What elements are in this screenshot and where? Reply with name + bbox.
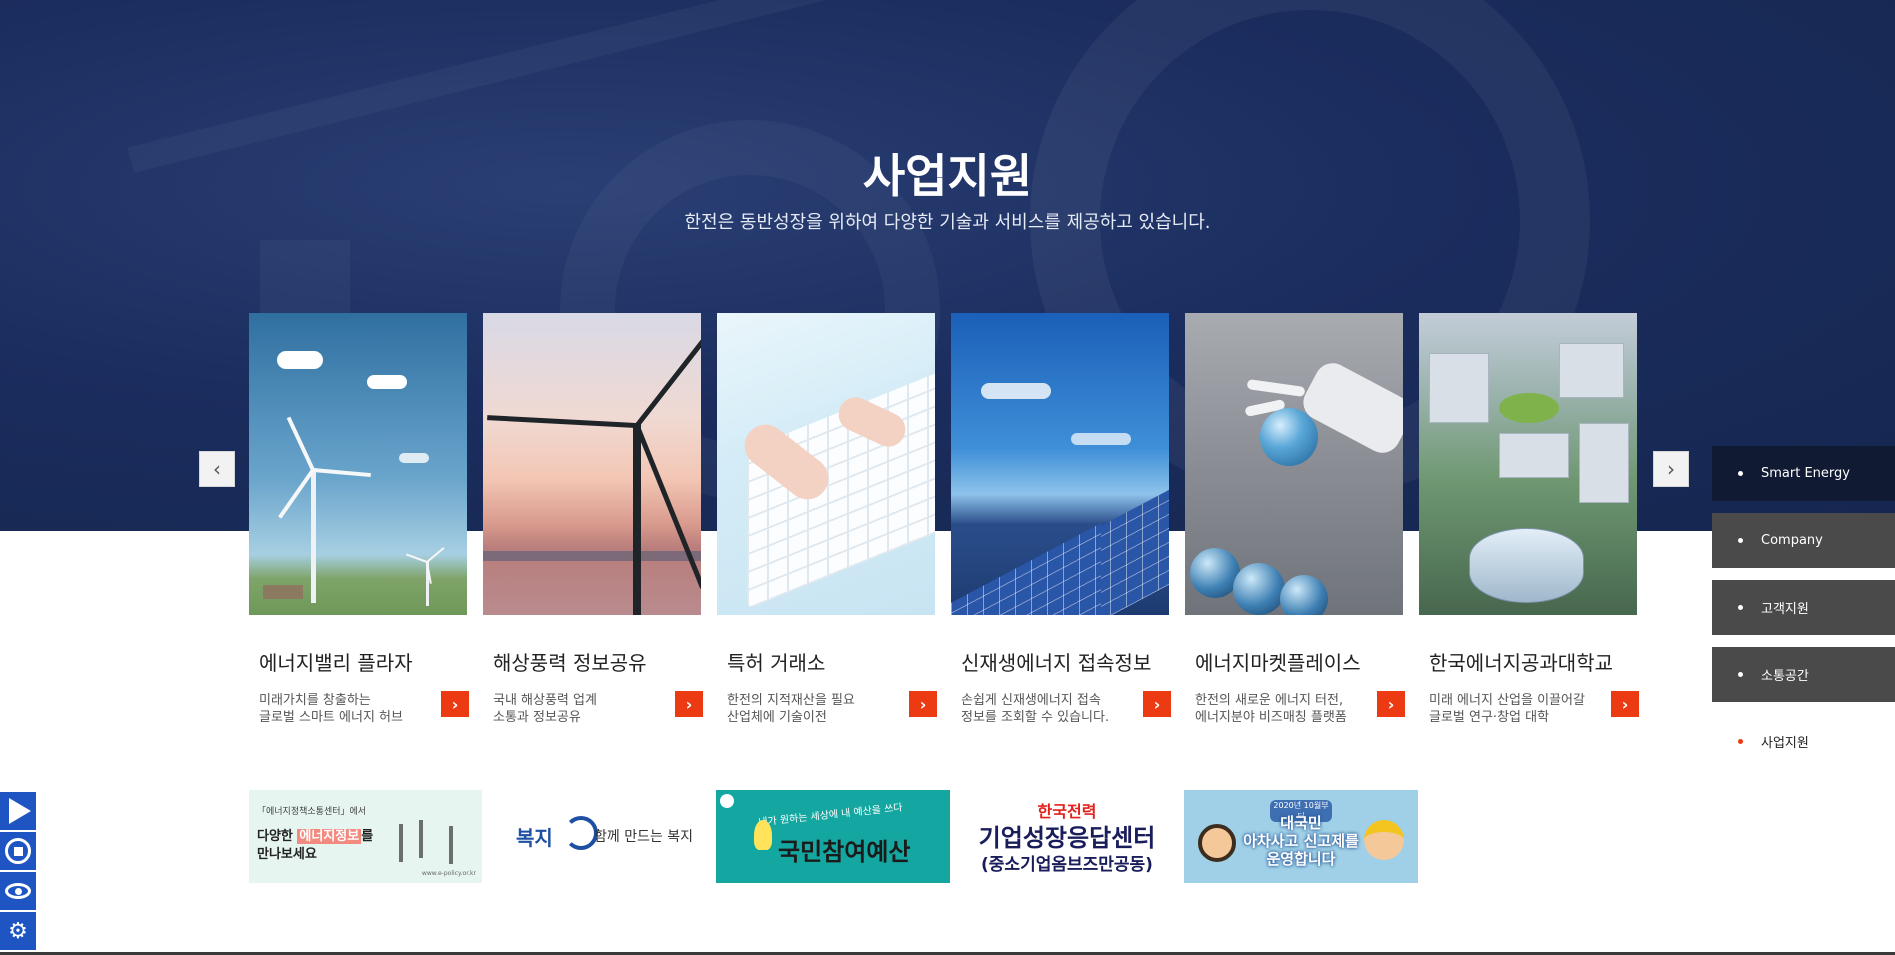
sidenav-item-communication[interactable]: 소통공간 [1712,647,1895,702]
slider-next-button[interactable]: › [1653,451,1689,487]
card-go-button[interactable]: › [441,691,469,717]
chevron-right-icon: › [1387,694,1395,714]
settings-icon: ⚙ [8,918,28,944]
side-navigation: Smart Energy Company 고객지원 소통공간 사업지원 [1712,446,1895,781]
banner-welfare[interactable]: 복지 함께 만드는 복지 [482,790,716,883]
card-image-campus-aerial [1419,313,1637,615]
card-title: 해상풍력 정보공유 [493,651,647,675]
chevron-right-icon: › [919,694,927,714]
bullet-icon [1738,471,1743,476]
card-energy-valley-plaza[interactable]: 에너지밸리 플라자 미래가치를 창출하는 글로벌 스마트 에너지 허브 › [249,313,469,726]
play-icon [9,798,31,824]
stop-icon [5,838,31,864]
card-desc: 미래 에너지 산업을 이끌어갈 글로벌 연구·창업 대학 [1429,693,1585,725]
lightbulb-icon [754,820,772,850]
chevron-right-icon: › [451,694,459,714]
reader-toolbar: ⚙ [0,792,36,952]
card-title: 신재생에너지 접속정보 [961,651,1152,675]
card-title: 한국에너지공과대학교 [1429,651,1613,675]
stop-button[interactable] [0,832,36,870]
card-energy-marketplace[interactable]: 에너지마켓플레이스 한전의 새로운 에너지 터전, 에너지분야 비즈매칭 플랫폼 … [1185,313,1405,726]
view-icon [5,883,31,899]
card-offshore-wind[interactable]: 해상풍력 정보공유 국내 해상풍력 업계 소통과 정보공유 › [483,313,703,726]
card-desc: 한전의 새로운 에너지 터전, 에너지분야 비즈매칭 플랫폼 [1195,693,1347,725]
chevron-left-icon: ‹ [213,457,221,481]
card-desc: 국내 해상풍력 업계 소통과 정보공유 [493,693,597,725]
card-desc: 미래가치를 창출하는 글로벌 스마트 에너지 허브 [259,693,403,725]
child-character-icon [1198,824,1236,862]
sidenav-item-smart-energy[interactable]: Smart Energy [1712,446,1895,501]
chevron-right-icon: › [1153,694,1161,714]
slider-prev-button[interactable]: ‹ [199,451,235,487]
bullet-icon [1738,739,1743,744]
card-desc: 한전의 지적재산을 필요 산업체에 기술이전 [727,693,855,725]
chevron-right-icon: › [1621,694,1629,714]
card-image-wind-turbines [249,313,467,615]
card-image-keyboard-hands [717,313,935,615]
sidenav-item-customer-support[interactable]: 고객지원 [1712,580,1895,635]
card-title: 에너지밸리 플라자 [259,651,413,675]
card-title: 특허 거래소 [727,651,826,675]
bullet-icon [1738,672,1743,677]
banner-business-growth-center[interactable]: 한국전력 기업성장응답센터 (중소기업옴브즈만공동) [950,790,1184,883]
banner-citizen-budget[interactable]: 내가 원하는 세상에 내 예산을 쓰다 국민참여예산 [716,790,950,883]
card-kentech[interactable]: 한국에너지공과대학교 미래 에너지 산업을 이끌어갈 글로벌 연구·창업 대학 › [1419,313,1639,726]
play-button[interactable] [0,792,36,830]
settings-button[interactable]: ⚙ [0,912,36,950]
card-patent-exchange[interactable]: 특허 거래소 한전의 지적재산을 필요 산업체에 기술이전 › [717,313,937,726]
government-seal-icon [720,794,734,808]
bullet-icon [1738,605,1743,610]
card-image-robot-hand-globe [1185,313,1403,615]
card-image-offshore-turbine [483,313,701,615]
section-subtitle: 한전은 동반성장을 위하여 다양한 기술과 서비스를 제공하고 있습니다. [684,212,1211,233]
card-desc: 손쉽게 신재생에너지 접속 정보를 조회할 수 있습니다. [961,693,1110,725]
card-go-button[interactable]: › [675,691,703,717]
bullet-icon [1738,538,1743,543]
card-go-button[interactable]: › [1611,691,1639,717]
sidenav-item-business-support[interactable]: 사업지원 [1712,714,1895,769]
chevron-right-icon: › [685,694,693,714]
card-go-button[interactable]: › [909,691,937,717]
worker-character-icon [1364,820,1404,860]
card-renewable-connection[interactable]: 신재생에너지 접속정보 손쉽게 신재생에너지 접속 정보를 조회할 수 있습니다.… [951,313,1171,726]
chevron-right-icon: › [1667,457,1675,481]
card-image-solar-panels [951,313,1169,615]
banner-energy-policy[interactable]: 「에너지정책소통센터」에서 다양한 에너지정보 를 만나보세요 www.e-pol… [249,790,482,883]
banner-near-miss-report[interactable]: 2020년 10월부터 대국민 아차사고 신고제를 운영합니다 [1184,790,1418,883]
card-go-button[interactable]: › [1377,691,1405,717]
card-title: 에너지마켓플레이스 [1195,651,1361,675]
sidenav-item-company[interactable]: Company [1712,513,1895,568]
card-go-button[interactable]: › [1143,691,1171,717]
section-title: 사업지원 [862,149,1033,203]
bokji-logo-ring [564,816,598,850]
bokji-logo: 복지 [516,826,553,850]
view-button[interactable] [0,872,36,910]
